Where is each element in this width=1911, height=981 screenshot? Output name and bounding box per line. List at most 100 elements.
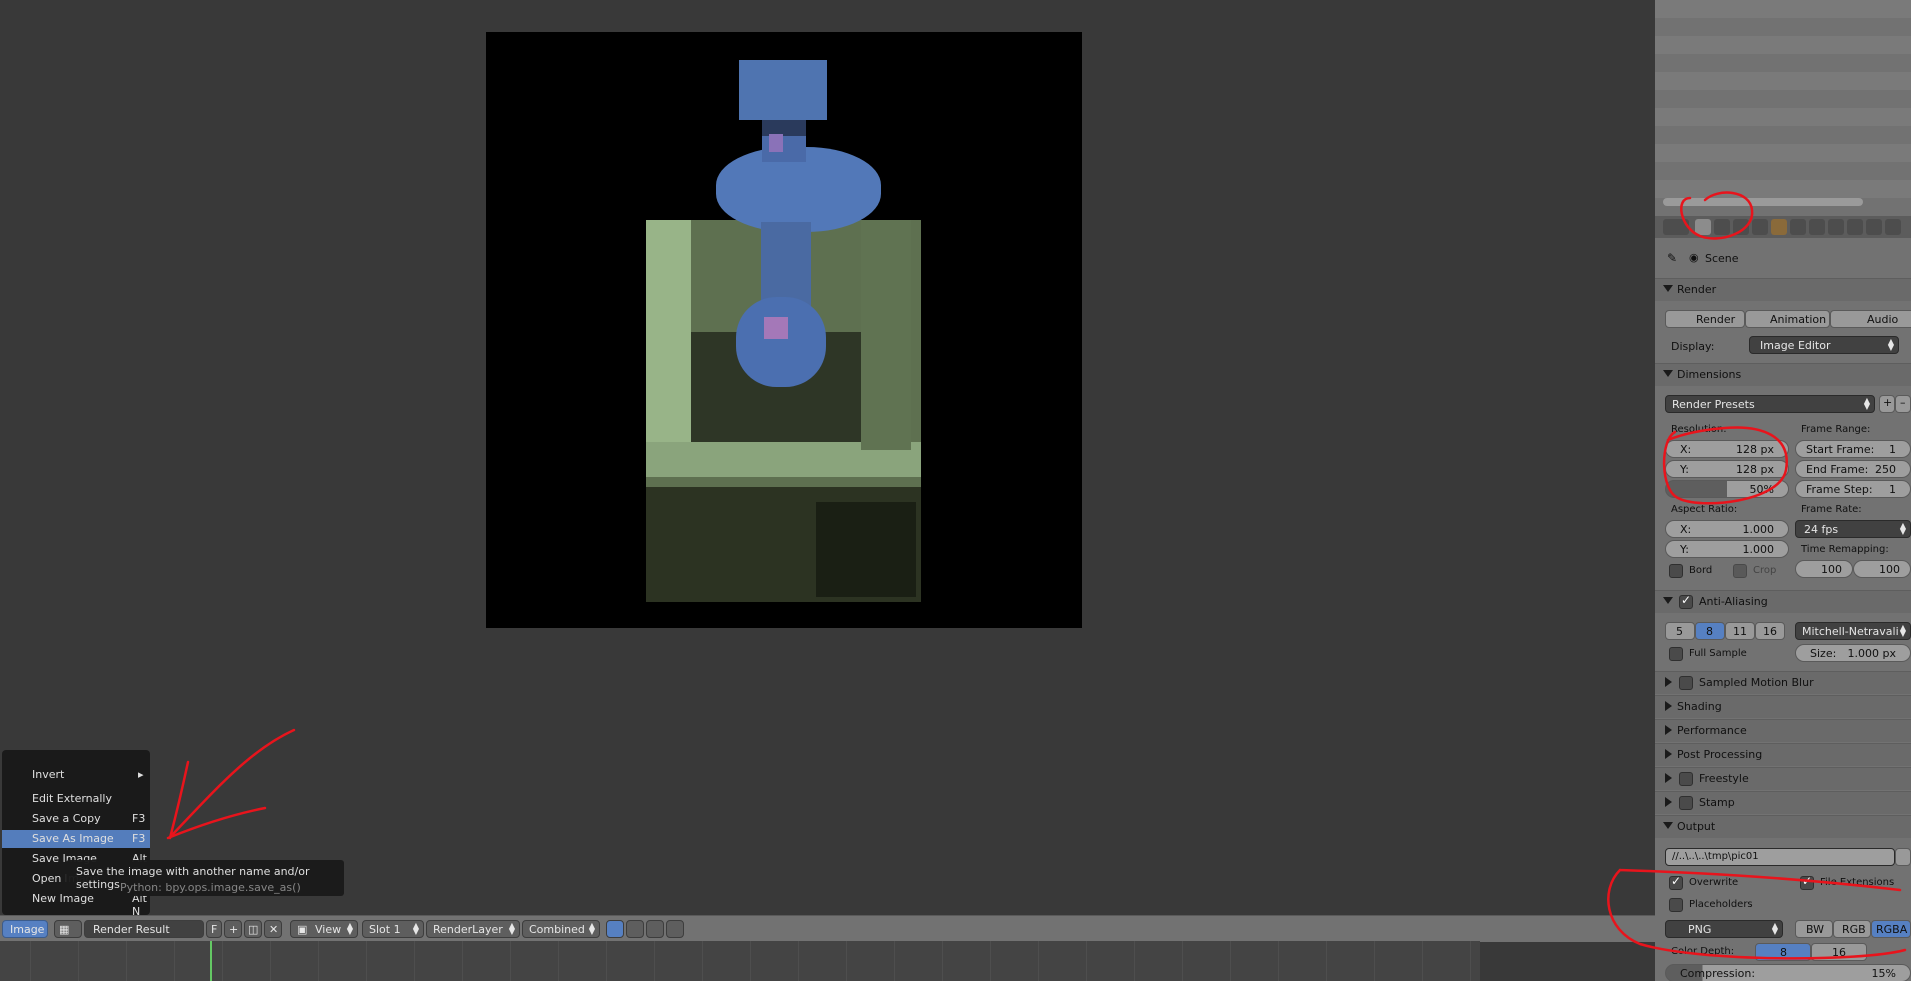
menu-item-save-as-image[interactable]: Save As Image F3 [2,830,150,848]
draw-color-icon[interactable] [606,920,624,938]
color-mode-rgb[interactable]: RGB [1833,920,1871,938]
menu-item-invert[interactable]: Invert ▸ [2,766,150,784]
open-image-icon[interactable]: ◫ [244,920,262,938]
resolution-y-field[interactable]: Y: 128 px [1665,460,1789,478]
modifiers-tab-icon[interactable] [1809,219,1825,235]
image-menu-button[interactable]: Image [2,920,48,938]
time-remap-old-field[interactable]: 100 [1795,560,1853,578]
performance-panel-header[interactable]: Performance [1655,719,1911,742]
freestyle-panel-header[interactable]: Freestyle [1655,767,1911,790]
timeline-frame-tick [1134,941,1135,981]
aa-samples-5[interactable]: 5 [1665,622,1695,640]
render-panel-header[interactable]: Render [1655,278,1911,301]
display-select[interactable]: Image Editor ▲ ▼ [1749,336,1899,354]
timeline-frame-tick [126,941,127,981]
file-format-select[interactable]: PNG ▲ ▼ [1665,920,1783,938]
color-depth-8[interactable]: 8 [1755,943,1811,961]
editor-type-icon[interactable] [1663,219,1689,235]
image-name-field[interactable]: Render Result [84,920,204,938]
placeholders-label: Placeholders [1689,899,1753,910]
image-editor-header: Image ▦ Render Result F + ◫ ✕ ▣ View ▲ ▼ Sl… [0,915,1655,942]
aa-samples-16[interactable]: 16 [1755,622,1785,640]
remove-preset-button[interactable]: – [1895,395,1911,413]
frame-rate-select[interactable]: 24 fps ▲ ▼ [1795,520,1911,538]
render-layers-tab-icon[interactable] [1714,219,1730,235]
render-tab-icon[interactable] [1695,219,1711,235]
render-presets-select[interactable]: Render Presets ▲ ▼ [1665,395,1875,413]
image-browse-icon[interactable]: ▦ [54,920,82,938]
output-path-field[interactable]: //..\..\..\tmp\pic01 [1665,848,1895,866]
output-panel-header[interactable]: Output [1655,815,1911,838]
stamp-panel-header[interactable]: Stamp [1655,791,1911,814]
post-processing-panel-header[interactable]: Post Processing [1655,743,1911,766]
pin-icon[interactable]: ✎ [1667,251,1677,265]
new-image-icon[interactable]: + [224,920,242,938]
timeline-frame-tick [270,941,271,981]
unlink-image-icon[interactable]: ✕ [264,920,282,938]
dimensions-panel-header[interactable]: Dimensions [1655,363,1911,386]
animation-button[interactable]: Animation [1745,310,1830,328]
aspect-x-field[interactable]: X: 1.000 [1665,520,1789,538]
timeline-area[interactable] [0,941,1480,981]
draw-z-icon[interactable] [646,920,664,938]
texture-tab-icon[interactable] [1866,219,1882,235]
add-preset-button[interactable]: + [1879,395,1895,413]
fake-user-button[interactable]: F [206,920,222,938]
end-frame-field[interactable]: End Frame: 250 [1795,460,1911,478]
color-depth-16[interactable]: 16 [1811,943,1867,961]
aa-samples-11[interactable]: 11 [1725,622,1755,640]
sampled-motion-blur-panel-header[interactable]: Sampled Motion Blur [1655,671,1911,694]
motion-blur-checkbox[interactable] [1679,676,1693,690]
audio-button[interactable]: Audio [1830,310,1911,328]
slot-select[interactable]: Slot 1 ▲ ▼ [362,920,424,938]
current-frame-playhead[interactable] [210,941,212,981]
image-editor-viewport[interactable] [0,0,1655,915]
resolution-x-field[interactable]: X: 128 px [1665,440,1789,458]
folder-browse-icon[interactable] [1895,848,1911,866]
constraints-tab-icon[interactable] [1790,219,1806,235]
expand-triangle-icon [1665,773,1672,783]
scene-tab-icon[interactable] [1733,219,1749,235]
particles-tab-icon[interactable] [1885,219,1901,235]
menu-item-edit-externally[interactable]: Edit Externally [2,790,150,808]
resolution-percentage-slider[interactable]: 50% [1665,480,1789,498]
border-checkbox[interactable] [1669,564,1683,578]
aa-filter-size-field[interactable]: Size: 1.000 px [1795,644,1911,662]
object-tab-icon[interactable] [1771,219,1787,235]
timeline-frame-tick [1086,941,1087,981]
start-frame-field[interactable]: Start Frame: 1 [1795,440,1911,458]
draw-channels-icon[interactable] [666,920,684,938]
render-pass-select[interactable]: Combined ▲ ▼ [522,920,600,938]
anti-aliasing-checkbox[interactable] [1679,593,1693,609]
view-menu-button[interactable]: ▣ View ▲ ▼ [290,920,358,938]
placeholders-checkbox[interactable] [1669,898,1683,912]
compression-slider[interactable]: Compression: 15% [1665,964,1911,981]
collapse-triangle-icon [1663,597,1673,604]
frame-step-field[interactable]: Frame Step: 1 [1795,480,1911,498]
crop-checkbox[interactable] [1733,564,1747,578]
aa-filter-select[interactable]: Mitchell-Netravali ▲ ▼ [1795,622,1911,640]
properties-editor[interactable]: ✎ ◉ Scene Render Render Animation Audio … [1655,0,1911,981]
aa-samples-8[interactable]: 8 [1695,622,1725,640]
color-mode-bw[interactable]: BW [1795,920,1833,938]
render-button[interactable]: Render [1665,310,1745,328]
overwrite-checkbox[interactable] [1669,874,1683,890]
world-tab-icon[interactable] [1752,219,1768,235]
full-sample-checkbox[interactable] [1669,647,1683,661]
draw-alpha-icon[interactable] [626,920,644,938]
material-tab-icon[interactable] [1847,219,1863,235]
timeline-frame-tick [750,941,751,981]
horizontal-scrollbar[interactable] [1663,198,1863,206]
render-layer-select[interactable]: RenderLayer ▲ ▼ [426,920,520,938]
shading-panel-header[interactable]: Shading [1655,695,1911,718]
timeline-frame-tick [1278,941,1279,981]
file-extensions-checkbox[interactable] [1800,874,1814,890]
stamp-checkbox[interactable] [1679,796,1693,810]
freestyle-checkbox[interactable] [1679,772,1693,786]
time-remap-new-field[interactable]: 100 [1853,560,1911,578]
color-mode-rgba[interactable]: RGBA [1871,920,1911,938]
aspect-y-field[interactable]: Y: 1.000 [1665,540,1789,558]
anti-aliasing-panel-header[interactable]: Anti-Aliasing [1655,590,1911,613]
data-tab-icon[interactable] [1828,219,1844,235]
menu-item-save-a-copy[interactable]: Save a Copy F3 [2,810,150,828]
